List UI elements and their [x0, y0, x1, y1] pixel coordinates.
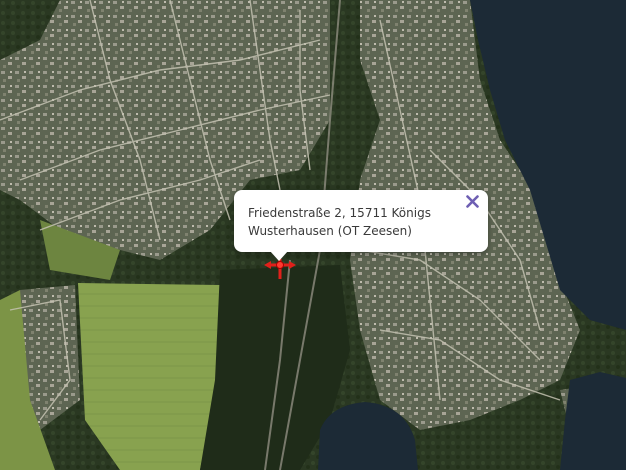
address-popup: Friedenstraße 2, 15711 Königs Wusterhaus…: [234, 190, 488, 261]
close-icon: [465, 194, 479, 208]
popup-close-button[interactable]: [464, 193, 480, 209]
satellite-map[interactable]: Friedenstraße 2, 15711 Königs Wusterhaus…: [0, 0, 626, 470]
popup-address-text: Friedenstraße 2, 15711 Königs Wusterhaus…: [248, 206, 431, 238]
lake-southeast: [560, 372, 626, 470]
